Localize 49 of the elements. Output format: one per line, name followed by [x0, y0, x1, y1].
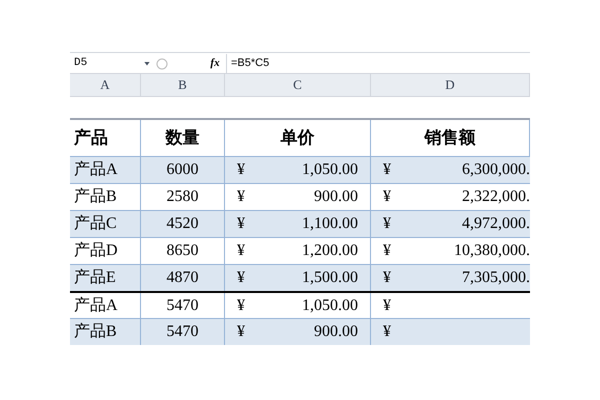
table-cell-text: 产品A [74, 296, 118, 316]
dropdown-icon[interactable] [144, 62, 150, 66]
column-header[interactable]: A [70, 74, 141, 96]
table-cell-text: 产品D [74, 240, 118, 261]
currency-symbol: ¥ [237, 214, 245, 234]
table-cell-text: 10,380,000. [454, 241, 530, 261]
circle-icon [156, 58, 168, 70]
table-cell-text: 1,200.00 [302, 241, 358, 261]
currency-symbol: ¥ [237, 187, 245, 207]
table-cell-text: 900.00 [314, 322, 358, 342]
name-box[interactable]: D5 [70, 54, 142, 73]
formula-field[interactable]: =B5*C5 [226, 54, 530, 73]
currency-symbol: ¥ [383, 187, 391, 207]
table-cell-text: 4,972,000. [462, 214, 530, 234]
currency-symbol: ¥ [237, 268, 245, 288]
fx-button[interactable]: fx [204, 55, 226, 72]
currency-symbol: ¥ [383, 160, 391, 180]
currency-symbol: ¥ [383, 296, 391, 316]
table-cell-text: 6,300,000. [462, 160, 530, 180]
table-cell-text: 1,050.00 [302, 296, 358, 316]
currency-symbol: ¥ [383, 214, 391, 234]
table-cell-text: 1,500.00 [302, 268, 358, 288]
table-cell-text: 1,050.00 [302, 160, 358, 180]
table-cell-text: 900.00 [314, 187, 358, 207]
table-cell-text: 7,305,000. [462, 268, 530, 288]
table-cell-text: 产品E [74, 268, 116, 288]
currency-symbol: ¥ [237, 296, 245, 316]
currency-symbol: ¥ [383, 268, 391, 288]
currency-symbol: ¥ [237, 241, 245, 261]
column-header[interactable]: B [141, 74, 225, 96]
table-cell-text: 8650 [166, 241, 198, 261]
column-header[interactable]: D [371, 74, 530, 96]
table-cell-text: 4520 [166, 214, 198, 234]
table-cell-text: 2580 [166, 187, 198, 207]
table-cell-text: 产品A [74, 160, 118, 180]
table-cell-text: 产品C [74, 214, 117, 234]
table-cell-text: 2,322,000. [462, 187, 530, 207]
table-cell-text: 1,100.00 [302, 214, 358, 234]
table-cell-text: 4870 [166, 268, 198, 288]
table-cell-text: 5470 [166, 296, 198, 316]
column-header[interactable]: C [225, 74, 371, 96]
currency-symbol: ¥ [237, 160, 245, 180]
table-cell-text: 产品B [74, 322, 117, 342]
currency-symbol: ¥ [383, 322, 391, 342]
table-cell-text: 5470 [166, 322, 198, 342]
table-cell-text: 6000 [166, 160, 198, 180]
currency-symbol: ¥ [237, 322, 245, 342]
currency-symbol: ¥ [383, 241, 391, 261]
table-cell-text: 产品B [74, 186, 117, 207]
